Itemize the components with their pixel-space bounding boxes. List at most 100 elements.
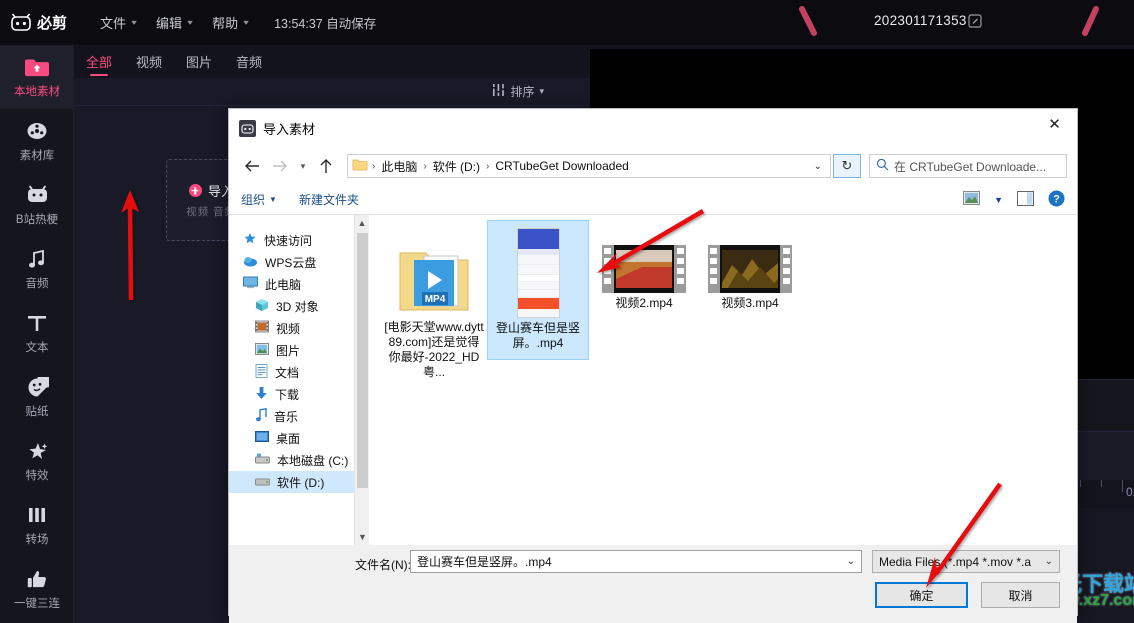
breadcrumb-item-1[interactable]: 软件 (D:) xyxy=(431,158,482,175)
chevron-down-icon[interactable]: ⌄ xyxy=(814,161,826,172)
tree-item-desktop[interactable]: 桌面 xyxy=(229,427,369,449)
menu-edit[interactable]: 编辑 ▾ xyxy=(146,0,202,45)
folder-icon xyxy=(352,158,368,175)
tree-item-downloads[interactable]: 下载 xyxy=(229,383,369,405)
organize-button[interactable]: 组织 ▼ xyxy=(241,191,277,208)
file-item-0[interactable]: MP4 [电影天堂www.dytt89.com]还是觉得你最好-2022_HD粤… xyxy=(383,225,485,380)
tab-all[interactable]: 全部 xyxy=(86,45,112,78)
pin-star-icon xyxy=(243,232,257,249)
sticker-icon xyxy=(26,375,49,399)
file-item-1[interactable]: 登山赛车但是竖屏。.mp4 xyxy=(487,220,589,360)
bijian-app-icon xyxy=(239,119,256,137)
transition-bars-icon xyxy=(26,503,48,527)
tree-item-software-d[interactable]: 软件 (D:) xyxy=(229,471,369,493)
tree-item-label: 软件 (D:) xyxy=(277,475,325,490)
sidebar-item-one-click-triple[interactable]: 一键三连 xyxy=(0,557,74,621)
sort-button[interactable]: 排序 ▾ xyxy=(492,83,544,100)
cloud-icon xyxy=(243,255,258,270)
sidebar-item-bilibili-memes[interactable]: B站热梗 xyxy=(0,173,74,237)
help-circle-icon[interactable]: ? xyxy=(1048,190,1065,210)
scroll-down-icon[interactable]: ▼ xyxy=(355,529,370,545)
tree-item-label: 视频 xyxy=(276,321,301,336)
chevron-down-icon[interactable]: ⌄ xyxy=(847,556,855,567)
file-name: 视频2.mp4 xyxy=(615,296,673,310)
pencil-square-icon[interactable] xyxy=(968,14,982,33)
tree-item-videos[interactable]: 视频 xyxy=(229,317,369,339)
sidebar-item-audio[interactable]: 音频 xyxy=(0,237,74,301)
tree-item-wps-cloud[interactable]: WPS云盘 xyxy=(229,251,369,273)
sidebar-item-local-material[interactable]: 本地素材 xyxy=(0,45,74,109)
breadcrumb-item-2[interactable]: CRTubeGet Downloaded xyxy=(493,159,630,173)
breadcrumb-item-0[interactable]: 此电脑 xyxy=(379,158,419,175)
sidebar-item-label: 素材库 xyxy=(19,150,55,162)
address-bar[interactable]: › 此电脑 › 软件 (D:) › CRTubeGet Downloaded ⌄ xyxy=(347,154,831,178)
picture-icon xyxy=(255,342,269,358)
hard-drive-icon xyxy=(255,453,270,467)
file-list-area[interactable]: MP4 [电影天堂www.dytt89.com]还是觉得你最好-2022_HD粤… xyxy=(369,215,1077,545)
file-item-2[interactable]: 视频2.mp4 xyxy=(593,245,695,311)
tree-item-quick-access[interactable]: 快速访问 xyxy=(229,229,369,251)
recent-locations-button[interactable]: ▾ xyxy=(295,153,311,179)
up-button[interactable] xyxy=(313,153,339,179)
file-item-3[interactable]: 视频3.mp4 xyxy=(699,245,801,311)
tree-item-label: 快速访问 xyxy=(264,233,313,248)
tree-item-label: WPS云盘 xyxy=(265,255,317,270)
filename-input[interactable]: 登山赛车但是竖屏。.mp4 ⌄ xyxy=(410,550,862,573)
tree-item-this-pc[interactable]: 此电脑 xyxy=(229,273,369,295)
new-folder-button[interactable]: 新建文件夹 xyxy=(299,191,359,208)
menu-help[interactable]: 帮助 ▾ xyxy=(202,0,258,45)
scroll-up-icon[interactable]: ▲ xyxy=(355,215,369,231)
tree-item-label: 3D 对象 xyxy=(276,299,319,314)
sidebar-item-transition[interactable]: 转场 xyxy=(0,493,74,557)
sidebar-item-label: 特效 xyxy=(25,470,49,482)
menu-help-label: 帮助 xyxy=(212,16,239,31)
tab-label: 图片 xyxy=(186,55,213,70)
close-icon[interactable]: ✕ xyxy=(1032,109,1077,139)
breadcrumb-separator: › xyxy=(372,160,376,172)
dialog-toolbar: 组织 ▼ 新建文件夹 ▼ ? xyxy=(229,185,1077,215)
back-button[interactable] xyxy=(239,153,265,179)
tree-item-documents[interactable]: 文档 xyxy=(229,361,369,383)
dialog-title: 导入素材 xyxy=(263,121,316,137)
tree-item-label: 下载 xyxy=(275,387,300,402)
sidebar-item-sticker[interactable]: 贴纸 xyxy=(0,365,74,429)
cube-icon xyxy=(255,298,269,315)
dialog-title-bar: 导入素材 ✕ xyxy=(229,109,1077,147)
sidebar-item-effects[interactable]: 特效 xyxy=(0,429,74,493)
tab-label: 音频 xyxy=(236,55,263,70)
sidebar-item-material-library[interactable]: 素材库 xyxy=(0,109,74,173)
scrollbar-thumb[interactable] xyxy=(357,233,368,488)
file-thumbnail: MP4 xyxy=(383,225,485,317)
filename-label: 文件名(N): xyxy=(355,558,411,572)
preview-pane-icon[interactable] xyxy=(1017,190,1034,209)
tree-scrollbar[interactable]: ▲ ▼ xyxy=(354,215,369,545)
filetype-select[interactable]: Media Files (*.mp4 *.mov *.a ⌄ xyxy=(872,550,1060,573)
tree-item-music[interactable]: 音乐 xyxy=(229,405,369,427)
video-icon xyxy=(255,320,269,336)
caret-down-icon[interactable]: ▼ xyxy=(994,195,1003,205)
svg-text:?: ? xyxy=(1053,193,1060,205)
tree-item-label: 音乐 xyxy=(274,409,299,424)
menu-file[interactable]: 文件 ▾ xyxy=(90,0,146,45)
sidebar-item-text[interactable]: 文本 xyxy=(0,301,74,365)
tree-item-3d-objects[interactable]: 3D 对象 xyxy=(229,295,369,317)
tree-item-pictures[interactable]: 图片 xyxy=(229,339,369,361)
search-box[interactable]: 在 CRTubeGet Downloade... xyxy=(869,154,1067,178)
view-layout-icon[interactable] xyxy=(963,191,981,208)
tab-image[interactable]: 图片 xyxy=(186,45,212,78)
forward-button[interactable] xyxy=(267,153,293,179)
app-brand: 必剪 xyxy=(10,12,90,33)
refresh-button[interactable]: ↻ xyxy=(833,154,861,178)
desktop-icon xyxy=(255,430,269,446)
tree-item-label: 此电脑 xyxy=(265,277,302,292)
file-thumbnail xyxy=(488,226,588,318)
tab-audio[interactable]: 音频 xyxy=(236,45,262,78)
document-icon xyxy=(255,363,268,381)
timeline-tick-label: 01 xyxy=(1126,485,1134,499)
tab-video[interactable]: 视频 xyxy=(136,45,162,78)
navigation-tree: 快速访问 WPS云盘 此电脑 3D 对象 视频 图片 文档 下载 音乐 桌面 本… xyxy=(229,215,369,545)
ok-button[interactable]: 确定 xyxy=(875,582,968,608)
cancel-button[interactable]: 取消 xyxy=(981,582,1060,608)
tree-item-local-disk-c[interactable]: 本地磁盘 (C:) xyxy=(229,449,369,471)
brand-name: 必剪 xyxy=(37,15,68,32)
